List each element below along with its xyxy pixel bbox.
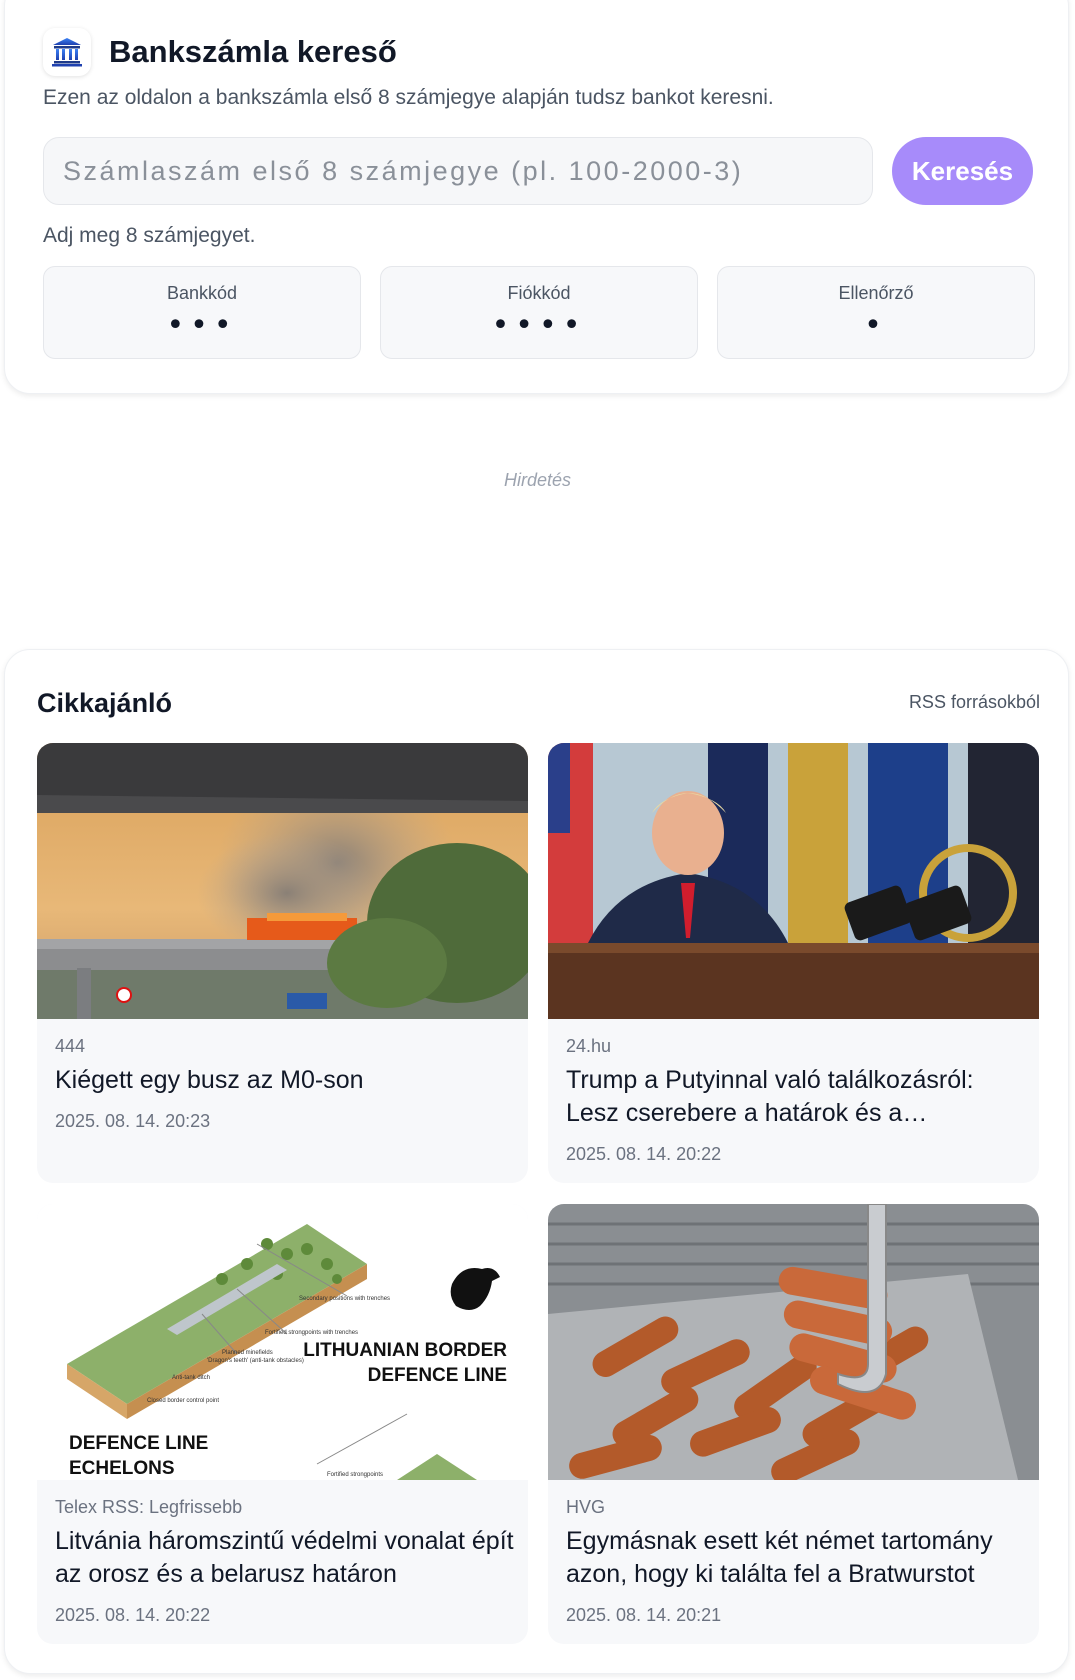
branch-code-box: Fiókkód •••• xyxy=(380,266,698,359)
article-recommendations-card: Cikkajánló RSS forrásokból 444 Kiégett e… xyxy=(4,649,1069,1674)
oval-office-image xyxy=(548,743,1039,1019)
page-title: Bankszámla kereső xyxy=(109,34,397,69)
input-hint: Adj meg 8 számjegyet. xyxy=(43,224,256,247)
diagram-callout: Closed border control point xyxy=(147,1398,219,1404)
article-date: 2025. 08. 14. 20:22 xyxy=(55,1605,211,1625)
diagram-subtitle: ECHELONS xyxy=(69,1458,175,1479)
segment-placeholder-dots: ••• xyxy=(166,308,238,343)
diagram-callout: Fortified strongpoints xyxy=(327,1472,383,1478)
article-source: 444 xyxy=(55,1036,86,1056)
account-number-input[interactable] xyxy=(43,137,873,205)
article-headline[interactable]: Litvánia háromszintű védelmi vonalat épí… xyxy=(55,1525,515,1591)
check-digit-box: Ellenőrző • xyxy=(717,266,1035,359)
diagram-title: DEFENCE LINE xyxy=(368,1365,507,1386)
diagram-callout: Planned minefields xyxy=(222,1350,273,1356)
bratwurst-grill-image xyxy=(548,1204,1039,1480)
article-card[interactable]: 24.hu Trump a Putyinnal való találkozásr… xyxy=(548,743,1039,1183)
diagram-title: LITHUANIAN BORDER xyxy=(303,1340,507,1361)
segment-label: Bankkód xyxy=(166,283,238,303)
diagram-callout: Secondary positions with trenches xyxy=(299,1296,390,1302)
segment-label: Ellenőrző xyxy=(838,283,914,303)
segment-placeholder-dots: • xyxy=(864,308,888,343)
page-subtitle: Ezen az oldalon a bankszámla első 8 szám… xyxy=(43,86,774,109)
search-header: Bankszámla kereső xyxy=(43,28,397,76)
bank-code-box: Bankkód ••• xyxy=(43,266,361,359)
article-card[interactable]: Secondary positions with trenches Fortif… xyxy=(37,1204,528,1644)
article-headline[interactable]: Kiégett egy busz az M0-son xyxy=(55,1064,515,1097)
diagram-callout: Anti-tank ditch xyxy=(172,1375,210,1381)
article-source: HVG xyxy=(566,1497,606,1517)
border-defence-diagram-image: Secondary positions with trenches Fortif… xyxy=(37,1204,528,1480)
article-card[interactable]: 444 Kiégett egy busz az M0-son 2025. 08.… xyxy=(37,743,528,1183)
diagram-subtitle: DEFENCE LINE xyxy=(69,1433,208,1454)
article-date: 2025. 08. 14. 20:21 xyxy=(566,1605,722,1625)
section-title: Cikkajánló xyxy=(37,688,173,718)
bus-fire-image xyxy=(37,743,528,1019)
diagram-callout: Fortified strongpoints with trenches xyxy=(265,1330,358,1336)
bank-search-card: Bankszámla kereső Ezen az oldalon a bank… xyxy=(4,0,1069,394)
search-button[interactable]: Keresés xyxy=(892,137,1033,205)
article-source: 24.hu xyxy=(566,1036,612,1056)
ad-label: Hirdetés xyxy=(503,470,572,490)
segment-placeholder-dots: •••• xyxy=(491,308,587,343)
article-headline[interactable]: Trump a Putyinnal való találkozásról: Le… xyxy=(566,1064,1026,1130)
article-date: 2025. 08. 14. 20:22 xyxy=(566,1144,722,1164)
article-source: Telex RSS: Legfrissebb xyxy=(55,1497,243,1517)
diagram-callout: 'Dragon's teeth' (anti-tank obstacles) xyxy=(207,1358,304,1364)
segment-label: Fiókkód xyxy=(507,283,571,303)
section-source-label: RSS forrásokból xyxy=(908,692,1040,712)
article-date: 2025. 08. 14. 20:23 xyxy=(55,1111,211,1131)
article-headline[interactable]: Egymásnak esett két német tartomány azon… xyxy=(566,1525,1026,1591)
bank-icon xyxy=(43,28,91,76)
article-card[interactable]: HVG Egymásnak esett két német tartomány … xyxy=(548,1204,1039,1644)
